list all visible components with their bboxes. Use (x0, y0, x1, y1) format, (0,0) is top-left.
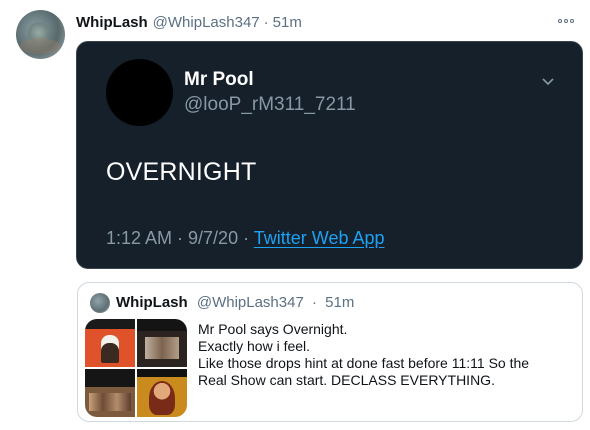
embedded-source: Twitter Web App (253, 228, 385, 248)
quoted-tweet[interactable]: WhipLash @WhipLash347 · 51m Mr Pool says… (77, 282, 583, 422)
embedded-tweet-image[interactable]: Mr Pool @looP_rM311_7211 OVERNIGHT 1:12 … (76, 41, 583, 269)
quoted-timestamp: 51m (325, 294, 355, 311)
quoted-author-handle: @WhipLash347 (196, 294, 304, 311)
separator: · (311, 294, 317, 311)
quoted-header: WhipLash @WhipLash347 · 51m (116, 294, 354, 311)
media-thumbnail[interactable] (85, 369, 135, 417)
author-handle[interactable]: @WhipLash347 (153, 14, 260, 31)
embedded-meta: 1:12 AM · 9/7/20 · Twitter Web App (106, 228, 385, 249)
media-thumbnail[interactable] (137, 369, 187, 417)
quoted-text-line: Like those drops hint at done fast befor… (198, 355, 530, 371)
media-thumbnail[interactable] (137, 319, 187, 367)
embedded-author-name: Mr Pool (184, 69, 254, 90)
embedded-tweet-text: OVERNIGHT (106, 158, 257, 186)
quoted-author-name: WhipLash (116, 294, 188, 311)
quoted-text-line: Exactly how i feel. (198, 338, 311, 354)
media-thumbnail[interactable] (85, 319, 135, 367)
chevron-down-icon (542, 78, 554, 86)
avatar[interactable] (16, 10, 65, 59)
more-options-icon[interactable] (558, 16, 574, 26)
quoted-text-line: Mr Pool says Overnight. (198, 321, 348, 337)
embedded-datetime: 1:12 AM · 9/7/20 · (106, 228, 250, 248)
quoted-text-line: Real Show can start. DECLASS EVERYTHING. (198, 372, 495, 388)
embedded-avatar (106, 59, 173, 126)
quoted-tweet-text: Mr Pool says Overnight. Exactly how i fe… (198, 321, 574, 389)
embedded-author-handle: @looP_rM311_7211 (184, 94, 356, 115)
quoted-media-grid[interactable] (85, 319, 187, 417)
timestamp[interactable]: 51m (273, 14, 302, 31)
author-name[interactable]: WhipLash (76, 14, 148, 31)
quoted-avatar (90, 293, 110, 313)
tweet-header: WhipLash @WhipLash347 · 51m (76, 12, 578, 32)
separator: · (263, 13, 269, 31)
